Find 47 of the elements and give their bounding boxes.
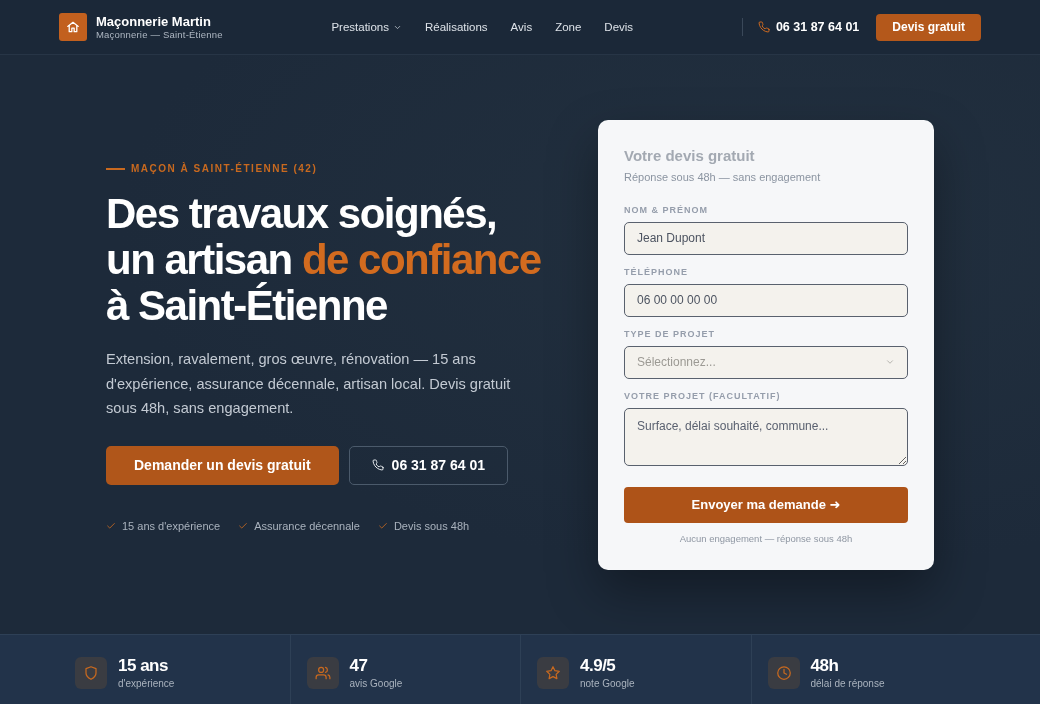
highlight-text: Devis sous 48h: [393, 518, 470, 533]
input-field[interactable]: Jean Dupont: [624, 221, 908, 255]
nav-link[interactable]: Avis: [510, 19, 533, 35]
nav-link[interactable]: Prestations: [331, 19, 402, 35]
stat-label: d'expérience: [118, 676, 175, 690]
stat-label: délai de réponse: [810, 676, 885, 690]
phone-link[interactable]: 06 31 87 64 01: [757, 20, 860, 34]
stat-label: avis Google: [349, 676, 403, 690]
form-subtitle: Réponse sous 48h — sans engagement: [624, 169, 822, 184]
stat-label: note Google: [580, 676, 635, 690]
quote-request-button[interactable]: Demander un devis gratuit: [106, 445, 339, 485]
eyebrow-text: MAÇON À SAINT-ÉTIENNE (42): [131, 162, 318, 177]
textarea-field[interactable]: Surface, délai souhaité, commune...: [624, 407, 908, 466]
field-label: TYPE DE PROJET: [624, 328, 717, 340]
stat-value: 48h: [810, 655, 840, 676]
submit-button[interactable]: Envoyer ma demande ➜: [624, 486, 908, 523]
nav-link[interactable]: Zone: [555, 19, 582, 35]
house-icon: [59, 13, 87, 41]
field-label: TÉLÉPHONE: [624, 266, 689, 278]
phone-button[interactable]: 06 31 87 64 01: [348, 445, 508, 485]
quote-button[interactable]: Devis gratuit: [876, 13, 981, 41]
users-icon: [306, 656, 339, 689]
nav-link[interactable]: Devis: [604, 19, 634, 35]
nav-link[interactable]: Réalisations: [424, 19, 488, 35]
stat-value: 47: [349, 655, 369, 676]
form-title: Votre devis gratuit: [624, 145, 756, 166]
field-label: VOTRE PROJET (FACULTATIF): [624, 390, 782, 402]
brand-name: Maçonnerie Martin: [96, 13, 212, 29]
hero-headline: Des travaux soignés, un artisan de confiance à Saint-Étienne: [106, 191, 542, 330]
hero-description: Extension, ravalement, gros œuvre, rénovation — 15 ans d'expérience, assurance décennale, artisan local. Devis gratuit sous 48h, sans engagement.: [106, 350, 512, 419]
clock-icon: [767, 656, 800, 689]
highlight-text: Assurance décennale: [254, 518, 360, 533]
check-icon: [106, 520, 116, 531]
phone-icon: [371, 459, 384, 472]
phone-icon: [757, 21, 770, 33]
check-icon: [238, 520, 249, 531]
form-note: Aucun engagement — réponse sous 48h: [678, 532, 854, 545]
field-label: NOM & PRÉNOM: [624, 204, 709, 216]
check-icon: [377, 520, 388, 531]
shield-icon: [75, 656, 107, 689]
chevron-down-icon: [885, 357, 895, 367]
brand-tagline: Maçonnerie — Saint-Étienne: [96, 28, 223, 41]
stat-value: 4.9/5: [580, 655, 617, 676]
stat-value: 15 ans: [118, 655, 169, 676]
input-field[interactable]: 06 00 00 00 00: [624, 283, 908, 317]
highlight-text: 15 ans d'expérience: [122, 518, 221, 533]
eyebrow-line: [106, 168, 125, 171]
